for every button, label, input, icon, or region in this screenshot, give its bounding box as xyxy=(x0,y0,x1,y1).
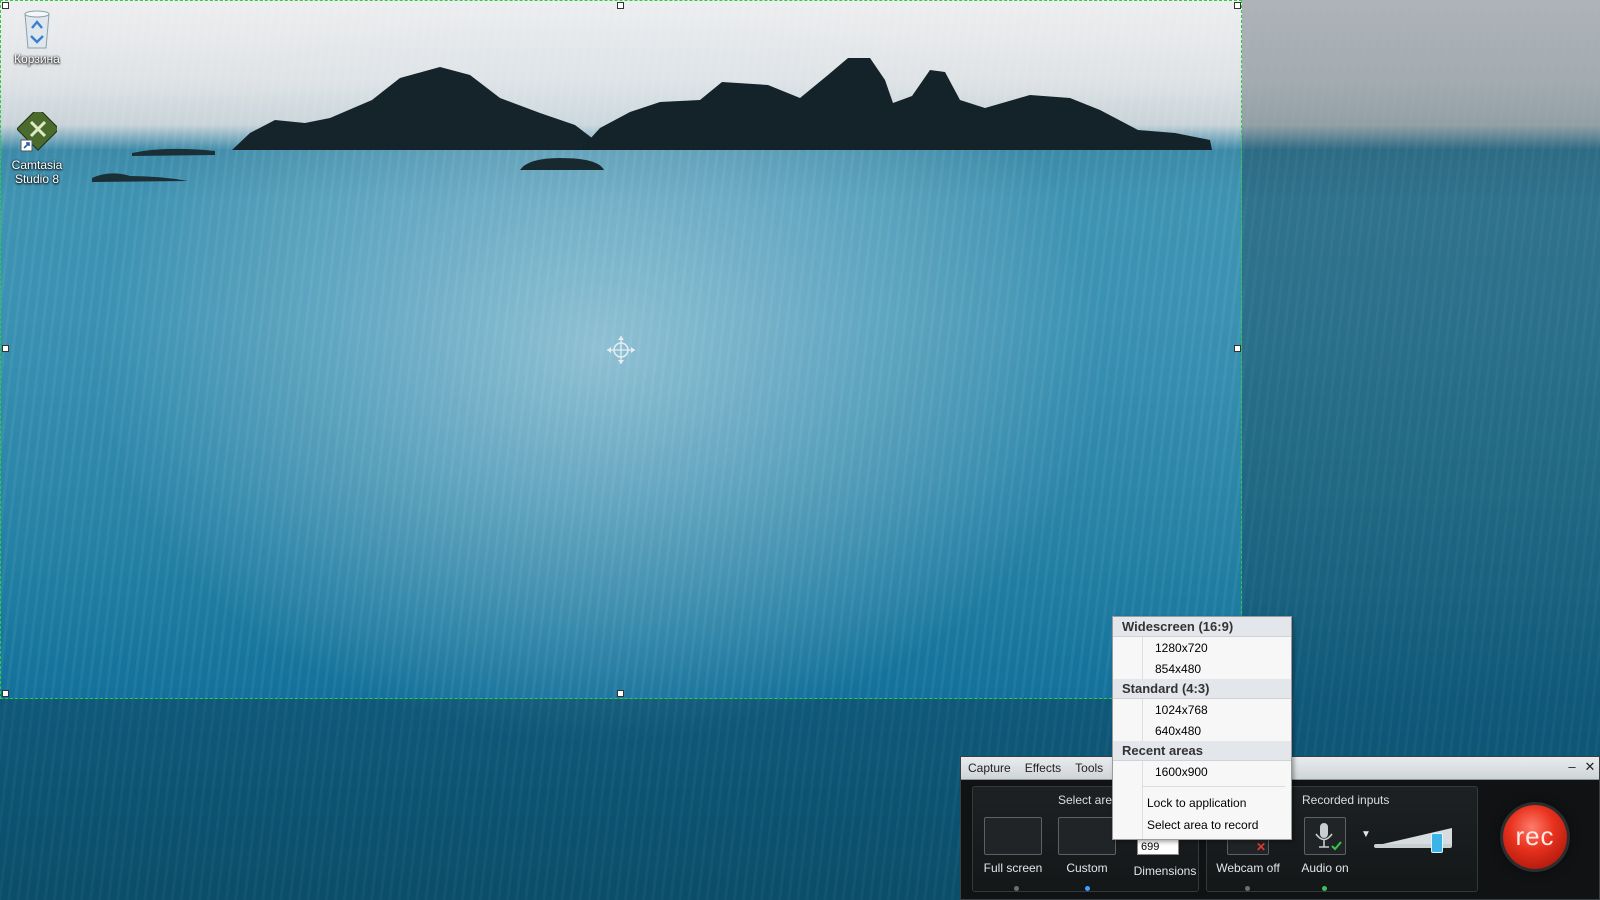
menu-item-854x480[interactable]: 854x480 xyxy=(1155,659,1201,679)
full-screen-button[interactable]: Full screen xyxy=(983,817,1043,875)
audio-options-dropdown-icon[interactable]: ▼ xyxy=(1359,829,1373,840)
audio-indicator xyxy=(1322,886,1327,891)
resize-handle-top-right[interactable] xyxy=(1234,2,1241,9)
resize-handle-top[interactable] xyxy=(617,2,624,9)
menu-item-640x480[interactable]: 640x480 xyxy=(1155,721,1201,741)
dimensions-label: Dimensions xyxy=(1133,864,1197,878)
record-button[interactable]: rec xyxy=(1503,805,1567,869)
webcam-indicator xyxy=(1245,886,1250,891)
menu-item-1600x900[interactable]: 1600x900 xyxy=(1155,762,1208,782)
select-area-title: Select area xyxy=(1058,793,1119,807)
full-screen-icon xyxy=(984,817,1042,855)
full-screen-label: Full screen xyxy=(983,861,1043,875)
custom-label: Custom xyxy=(1066,861,1108,875)
menu-capture[interactable]: Capture xyxy=(961,761,1018,775)
menu-header-recent: Recent areas xyxy=(1113,741,1291,761)
close-button[interactable]: ✕ xyxy=(1581,759,1599,775)
menu-header-standard: Standard (4:3) xyxy=(1113,679,1291,699)
audio-label: Audio on xyxy=(1301,861,1349,875)
resize-handle-bottom[interactable] xyxy=(617,690,624,697)
menu-gutter xyxy=(1142,617,1143,839)
resize-handle-right[interactable] xyxy=(1234,345,1241,352)
minimize-button[interactable]: – xyxy=(1563,759,1581,774)
menu-item-1280x720[interactable]: 1280x720 xyxy=(1155,638,1208,658)
resize-handle-bottom-left[interactable] xyxy=(2,690,9,697)
menu-separator xyxy=(1143,786,1285,787)
full-screen-indicator xyxy=(1014,886,1019,891)
height-dimension-input[interactable] xyxy=(1137,838,1179,855)
resize-handle-left[interactable] xyxy=(2,345,9,352)
webcam-label: Webcam off xyxy=(1216,861,1280,875)
move-crosshair-icon[interactable] xyxy=(606,335,636,365)
menu-item-lock-to-application[interactable]: Lock to application xyxy=(1147,793,1246,813)
area-presets-dropdown: Widescreen (16:9) 1280x720 854x480 Stand… xyxy=(1112,616,1292,840)
audio-volume-slider-thumb[interactable] xyxy=(1431,833,1443,853)
resize-handle-top-left[interactable] xyxy=(2,2,9,9)
custom-area-icon xyxy=(1058,817,1116,855)
menu-tools[interactable]: Tools xyxy=(1068,761,1110,775)
audio-toggle[interactable]: Audio on xyxy=(1289,817,1361,875)
menu-item-1024x768[interactable]: 1024x768 xyxy=(1155,700,1208,720)
menu-item-select-area-to-record[interactable]: Select area to record xyxy=(1147,815,1258,835)
microphone-icon xyxy=(1304,817,1346,855)
menu-header-widescreen: Widescreen (16:9) xyxy=(1113,617,1291,637)
recorded-inputs-title: Recorded inputs xyxy=(1302,793,1390,807)
custom-indicator xyxy=(1085,886,1090,891)
custom-button[interactable]: Custom xyxy=(1053,817,1121,875)
menu-effects[interactable]: Effects xyxy=(1018,761,1068,775)
